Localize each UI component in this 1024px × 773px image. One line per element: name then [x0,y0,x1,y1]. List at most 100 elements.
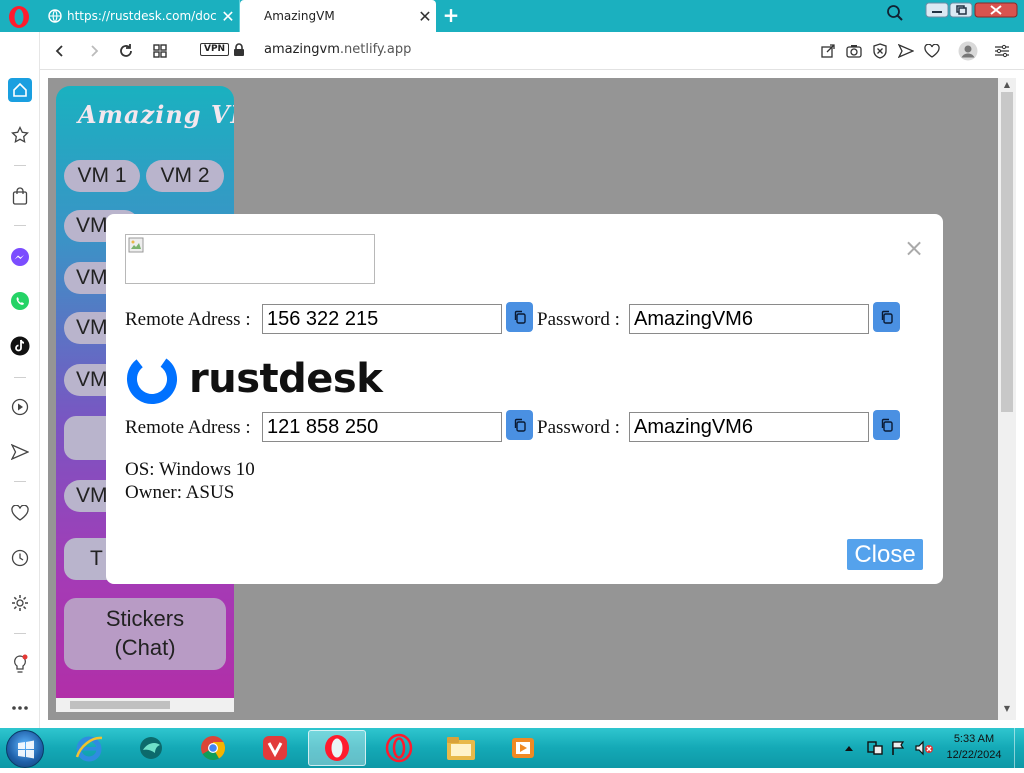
credentials-row-1: Remote Adress : 156 322 215 Password : A… [125,302,925,334]
scroll-up-arrow-icon[interactable]: ▲ [1001,80,1013,92]
system-clock[interactable]: 5:33 AM 12/22/2024 [944,731,1004,763]
credentials-row-2: Remote Adress : 121 858 250 Password : A… [125,410,925,442]
more-dots-icon[interactable] [8,696,32,720]
lock-icon[interactable] [233,42,245,61]
clock-date: 12/22/2024 [946,749,1002,761]
vm-1-button[interactable]: VM 1 [64,160,140,192]
url-domain: amazingvm [264,42,340,57]
password-field[interactable]: AmazingVM6 [629,304,869,334]
scroll-down-arrow-icon[interactable]: ▼ [1001,704,1013,716]
media-player-icon[interactable] [494,730,552,766]
forward-icon[interactable] [84,41,104,61]
pinboard-heart-icon[interactable] [8,501,32,525]
broken-image-placeholder [125,234,375,284]
opera-taskbar-icon[interactable] [308,730,366,766]
send-icon[interactable] [896,41,916,61]
tab-close-icon[interactable]: ✕ [217,7,239,26]
share-icon[interactable] [818,41,838,61]
url-text[interactable]: amazingvm.netlify.app [264,42,411,57]
tiktok-icon[interactable] [8,334,32,358]
profile-avatar-icon[interactable] [958,41,978,61]
tab-close-icon[interactable]: ✕ [414,7,436,26]
page-vertical-scrollbar[interactable]: ▲ ▼ [998,78,1016,720]
heart-icon[interactable] [922,41,942,61]
restore-window-icon[interactable] [948,0,974,20]
start-button-icon[interactable] [6,730,44,768]
search-tabs-icon[interactable] [886,4,908,26]
remote-address-field[interactable]: 156 322 215 [262,304,502,334]
stickers-label: Stickers [105,606,185,631]
sidebar-divider [14,633,26,634]
chrome-icon[interactable] [184,730,242,766]
remote-address-field[interactable]: 121 858 250 [262,412,502,442]
modal-close-icon[interactable]: × [904,236,924,260]
vivaldi-icon[interactable] [246,730,304,766]
copy-icon [514,418,526,432]
settings-gear-icon[interactable] [8,591,32,615]
rustdesk-logo-text: rustdesk [189,356,383,402]
vm-2-button[interactable]: VM 2 [146,160,224,192]
adblock-shield-icon[interactable] [870,41,890,61]
tab-rustdesk-docs[interactable]: https://rustdesk.com/docs/ ✕ [40,0,240,32]
sidebar-divider [14,165,26,166]
stickers-sublabel: (Chat) [114,635,176,660]
close-button[interactable]: Close [847,539,923,570]
broken-image-icon [128,237,144,253]
sidebar-horizontal-scrollbar[interactable] [56,698,234,712]
tray-show-hidden-icon[interactable] [844,728,854,768]
app-teal-icon[interactable] [122,730,180,766]
copy-icon [881,418,893,432]
close-window-icon[interactable] [974,0,1018,20]
file-explorer-icon[interactable] [432,730,490,766]
send-flow-icon[interactable] [8,440,32,464]
owner-info: Owner: ASUS [125,482,235,503]
scrollbar-thumb[interactable] [70,701,170,709]
sidebar-divider [14,225,26,226]
back-icon[interactable] [50,41,70,61]
windows-taskbar: 5:33 AM 12/22/2024 [0,728,1024,768]
scrollbar-thumb[interactable] [1001,92,1013,412]
history-clock-icon[interactable] [8,546,32,570]
copy-icon [514,310,526,324]
lightbulb-tips-icon[interactable] [8,652,32,676]
shopping-bag-icon[interactable] [8,184,32,208]
browser-tab-strip: https://rustdesk.com/docs/ ✕ AmazingVM ✕… [0,0,1024,32]
new-tab-plus-icon[interactable]: + [440,4,462,26]
volume-muted-icon[interactable] [914,728,934,768]
action-center-flag-icon[interactable] [890,728,906,768]
camera-snapshot-icon[interactable] [844,41,864,61]
opera-gx-icon[interactable] [370,730,428,766]
show-desktop-button[interactable] [1014,728,1024,768]
reload-icon[interactable] [116,41,136,61]
globe-icon [48,9,62,23]
whatsapp-icon[interactable] [8,289,32,313]
tray-device-icon[interactable] [866,728,884,768]
home-icon[interactable] [8,78,32,102]
vpn-badge[interactable]: VPN [200,43,230,56]
tab-grid-icon[interactable] [150,41,170,61]
internet-explorer-icon[interactable] [60,730,118,766]
easy-setup-icon[interactable] [992,41,1012,61]
rustdesk-logo-icon [127,354,177,404]
copy-password-button[interactable] [873,302,900,332]
tab-amazingvm[interactable]: AmazingVM ✕ [240,0,436,32]
copy-password-button[interactable] [873,410,900,440]
password-label: Password : [537,309,620,330]
rustdesk-logo: rustdesk [125,352,383,406]
messenger-icon[interactable] [8,245,32,269]
copy-address-button[interactable] [506,302,533,332]
sidebar-divider [14,481,26,482]
opera-sidebar [0,32,40,728]
minimize-window-icon[interactable] [924,0,950,20]
bookmarks-star-icon[interactable] [8,123,32,147]
stickers-chat-button[interactable]: Stickers (Chat) [64,598,226,670]
remote-address-label: Remote Adress : [125,417,251,438]
player-icon[interactable] [8,395,32,419]
url-suffix: .netlify.app [339,42,412,57]
opera-menu-icon[interactable] [6,4,32,30]
os-info: OS: Windows 10 [125,459,255,480]
copy-address-button[interactable] [506,410,533,440]
clock-time: 5:33 AM [953,733,995,745]
password-label: Password : [537,417,620,438]
password-field[interactable]: AmazingVM6 [629,412,869,442]
